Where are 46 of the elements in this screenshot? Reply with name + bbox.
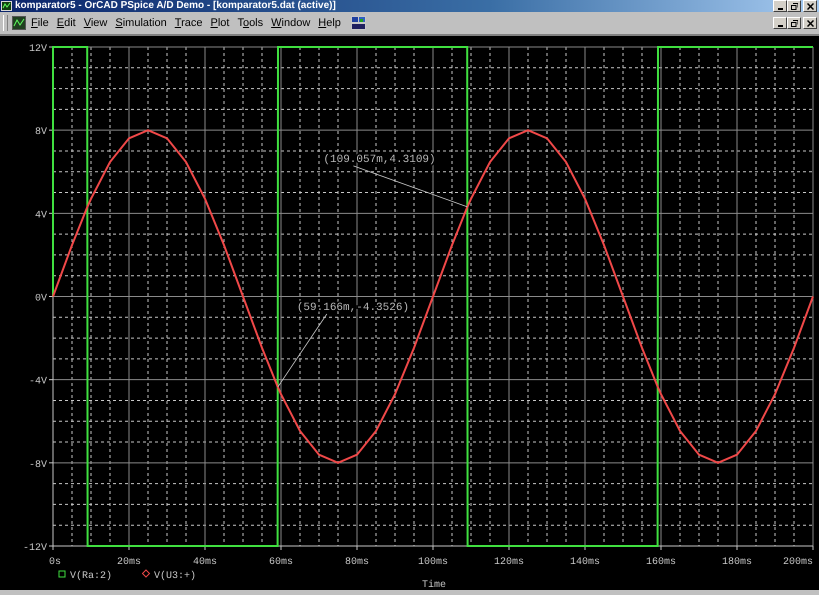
legend-label: V(Ra:2) (70, 571, 112, 582)
x-tick-label: 140ms (570, 557, 600, 568)
x-tick-label: 100ms (418, 557, 448, 568)
toolbar-icon[interactable] (350, 16, 366, 30)
legend-diamond-icon (142, 569, 150, 578)
y-tick-label: -4V (28, 376, 47, 388)
app-icon (1, 1, 12, 11)
close-button[interactable] (803, 17, 817, 29)
document-icon[interactable] (12, 16, 26, 30)
menu-item[interactable]: Edit (56, 17, 76, 29)
close-icon (806, 20, 814, 26)
legend-square-icon (58, 570, 66, 578)
restore-button[interactable] (787, 17, 801, 29)
window-title: komparator5 - OrCAD PSpice A/D Demo - [komparator5.dat (active)] (15, 0, 336, 12)
menu-item[interactable]: View (84, 17, 108, 29)
close-button[interactable] (803, 0, 817, 12)
y-tick-label: 0V (34, 294, 47, 304)
y-tick-label: 12V (28, 44, 47, 55)
x-tick-label: 0s (49, 557, 62, 568)
close-icon (806, 2, 814, 10)
menu-item[interactable]: Plot (210, 17, 230, 29)
x-tick-label: 60ms (269, 557, 293, 568)
menu-item[interactable]: File (31, 17, 49, 29)
menu-item[interactable]: Help (318, 17, 341, 29)
x-axis-label: Time (422, 580, 446, 590)
legend-label: V(U3:+) (154, 571, 196, 582)
menu-item[interactable]: Window (271, 17, 310, 29)
x-tick-label: 120ms (494, 557, 524, 568)
minimize-button[interactable] (773, 17, 787, 29)
x-tick-label: 20ms (117, 557, 141, 568)
menu-item[interactable]: Tools (237, 17, 264, 29)
restore-icon (790, 2, 798, 10)
y-tick-label: -12V (22, 543, 47, 554)
x-tick-label: 180ms (722, 557, 752, 568)
x-tick-label: 200ms (782, 557, 813, 568)
maximize-button[interactable] (787, 0, 801, 12)
menu-item[interactable]: Trace (174, 17, 202, 29)
x-tick-label: 80ms (345, 557, 369, 568)
y-tick-label: 8V (34, 127, 47, 138)
restore-icon (790, 20, 798, 26)
x-tick-label: 160ms (646, 557, 676, 568)
x-tick-label: 40ms (193, 557, 217, 568)
y-tick-label: 4V (34, 210, 47, 222)
menu-item[interactable]: Simulation (115, 17, 167, 29)
y-tick-label: -8V (28, 460, 47, 471)
minimize-button[interactable] (773, 0, 787, 12)
